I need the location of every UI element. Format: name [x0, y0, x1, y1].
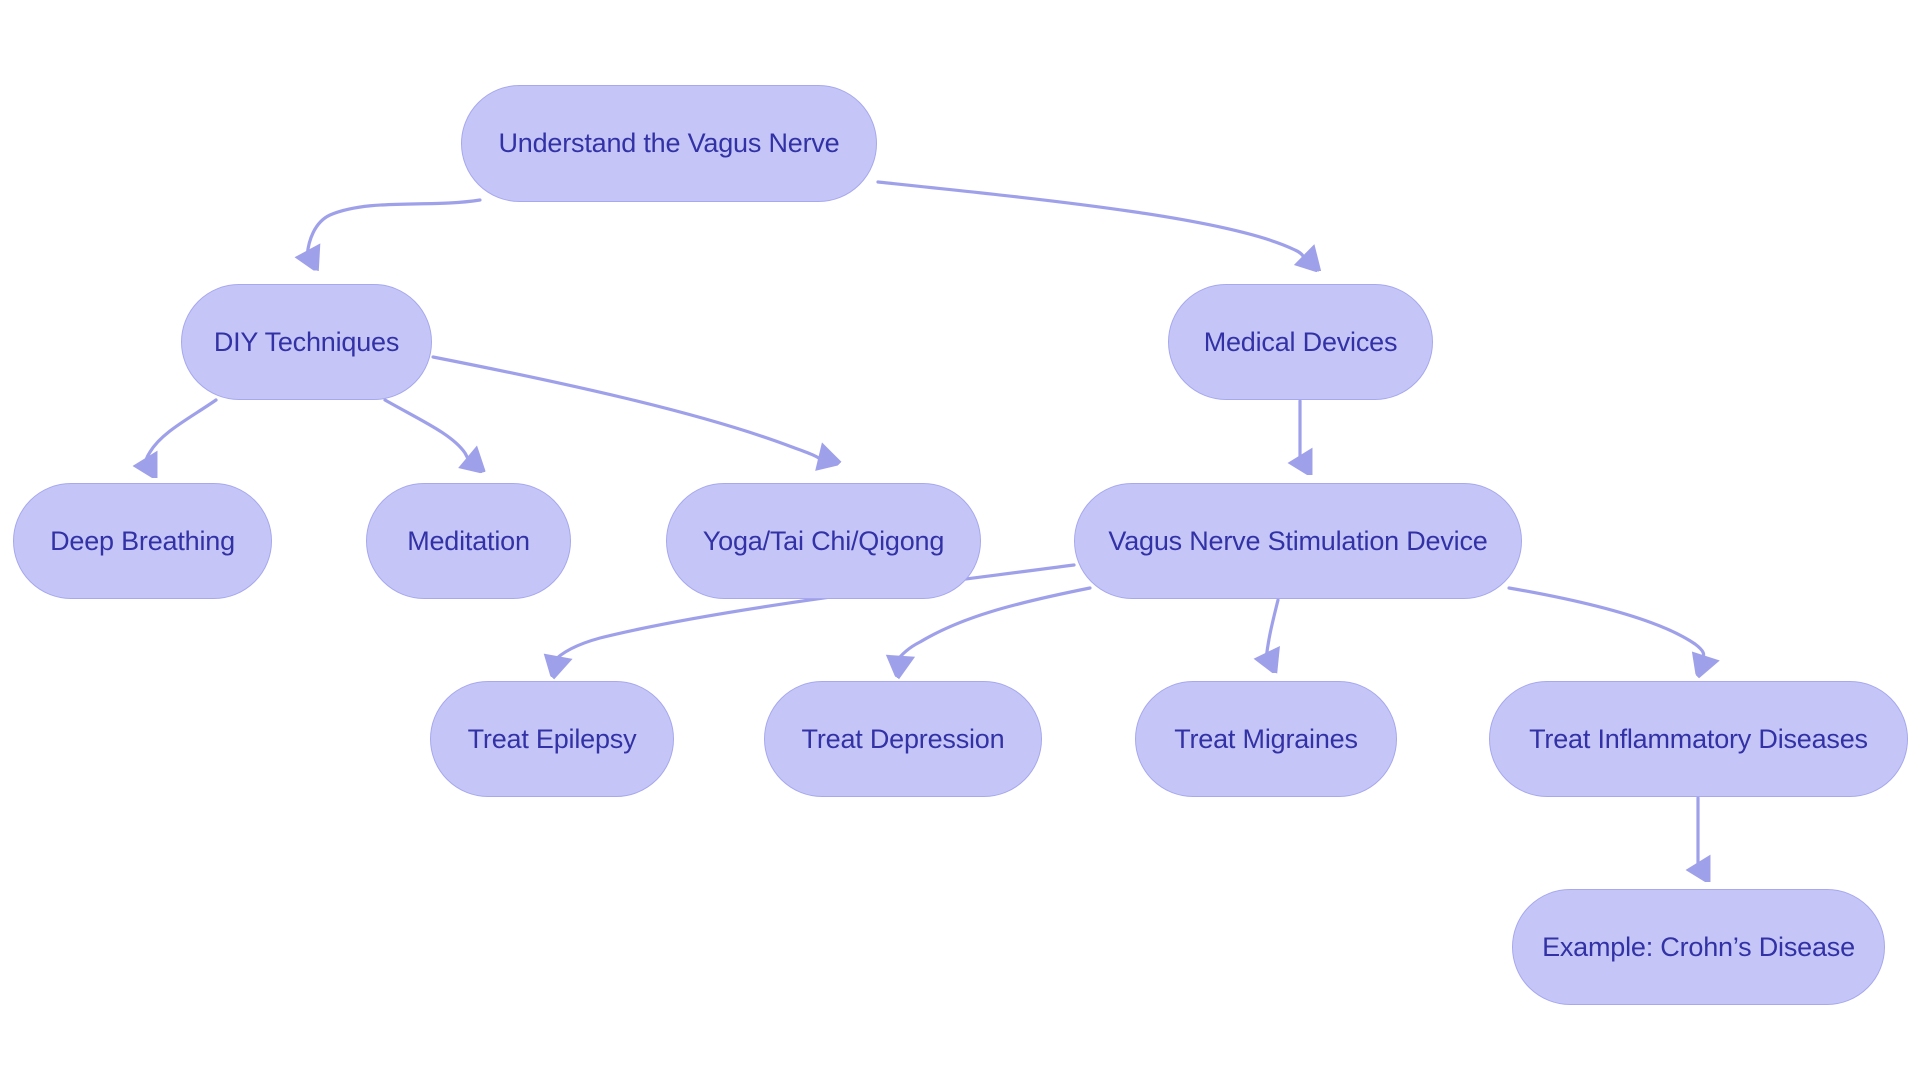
node-label: DIY Techniques [213, 326, 400, 357]
node-treat-epilepsy[interactable]: Treat Epilepsy [430, 681, 674, 797]
edge-diy-to-deep-breathing [145, 398, 218, 466]
node-label: Treat Migraines [1174, 723, 1358, 754]
node-treat-migraines[interactable]: Treat Migraines [1135, 681, 1397, 797]
edge-vns-to-treat-inflammatory [1507, 586, 1704, 661]
node-understand-the-vagus-nerve[interactable]: Understand the Vagus Nerve [461, 85, 877, 202]
node-label: Treat Inflammatory Diseases [1529, 723, 1868, 754]
node-meditation[interactable]: Meditation [366, 483, 571, 599]
node-yoga-tai-chi-qigong[interactable]: Yoga/Tai Chi/Qigong [666, 483, 981, 599]
node-example-crohns-disease[interactable]: Example: Crohn’s Disease [1512, 889, 1885, 1005]
node-treat-inflammatory-diseases[interactable]: Treat Inflammatory Diseases [1489, 681, 1908, 797]
flowchart-canvas: Understand the Vagus Nerve DIY Technique… [0, 0, 1920, 1080]
node-label: Treat Epilepsy [467, 723, 637, 754]
node-label: Medical Devices [1203, 326, 1398, 357]
edge-diy-to-meditation [383, 398, 470, 464]
node-label: Yoga/Tai Chi/Qigong [702, 525, 945, 556]
edge-root-to-diy [307, 198, 482, 258]
node-label: Treat Depression [801, 723, 1005, 754]
node-label: Vagus Nerve Stimulation Device [1108, 525, 1488, 556]
node-vagus-nerve-stimulation-device[interactable]: Vagus Nerve Stimulation Device [1074, 483, 1522, 599]
node-deep-breathing[interactable]: Deep Breathing [13, 483, 272, 599]
node-diy-techniques[interactable]: DIY Techniques [181, 284, 432, 400]
node-label: Example: Crohn’s Disease [1542, 931, 1855, 962]
edge-root-to-medical-devices [876, 180, 1306, 262]
node-treat-depression[interactable]: Treat Depression [764, 681, 1042, 797]
node-label: Meditation [407, 525, 530, 556]
edge-vns-to-treat-migraines [1266, 598, 1278, 660]
node-label: Understand the Vagus Nerve [498, 128, 840, 158]
node-label: Deep Breathing [50, 525, 235, 556]
node-medical-devices[interactable]: Medical Devices [1168, 284, 1433, 400]
edge-diy-to-yoga [431, 355, 824, 462]
edge-vns-to-treat-depression [896, 586, 1092, 662]
